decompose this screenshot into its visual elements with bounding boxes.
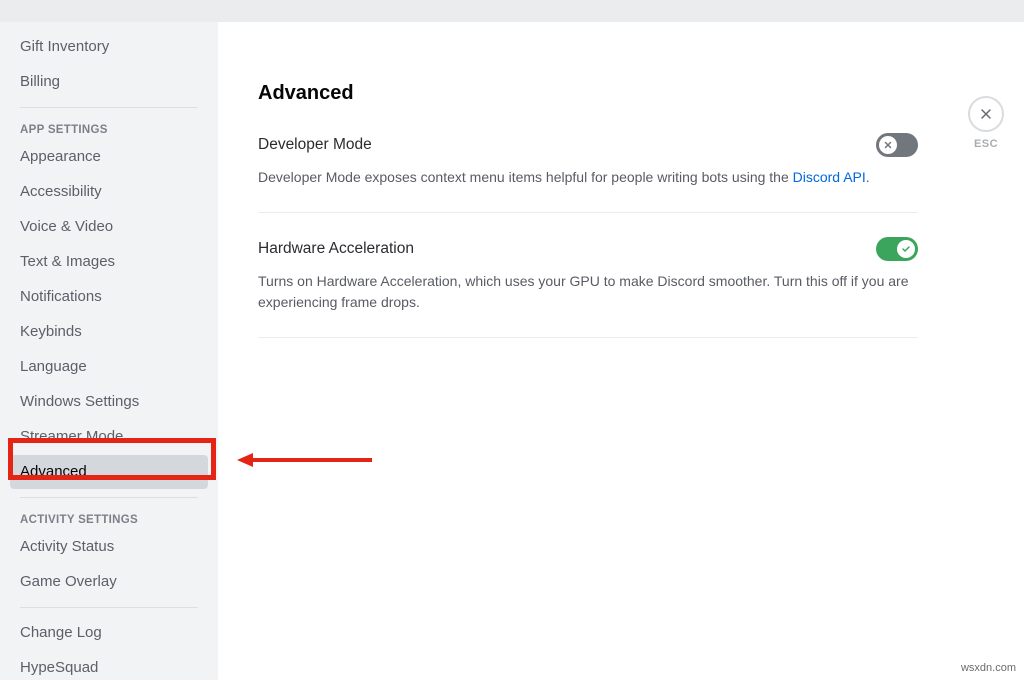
settings-content: Advanced Developer Mode Developer Mode e… <box>258 82 918 640</box>
toggle-knob <box>897 240 915 258</box>
hardware-acceleration-toggle[interactable] <box>876 237 918 261</box>
sidebar-item-streamer-mode[interactable]: Streamer Mode <box>10 420 208 454</box>
close-button[interactable] <box>968 96 1004 132</box>
sidebar-item-game-overlay[interactable]: Game Overlay <box>10 565 208 599</box>
setting-desc-post: . <box>866 169 870 185</box>
setting-title: Hardware Acceleration <box>258 240 414 258</box>
sidebar-separator <box>20 607 198 608</box>
sidebar-item-language[interactable]: Language <box>10 350 208 384</box>
toggle-knob <box>879 136 897 154</box>
watermark: wsxdn.com <box>961 662 1016 674</box>
sidebar-separator <box>20 497 198 498</box>
settings-main: Advanced Developer Mode Developer Mode e… <box>218 22 1024 680</box>
setting-row: Developer Mode <box>258 133 918 157</box>
sidebar-header-app-settings: APP SETTINGS <box>10 116 208 140</box>
sidebar-item-appearance[interactable]: Appearance <box>10 140 208 174</box>
developer-mode-toggle[interactable] <box>876 133 918 157</box>
settings-sidebar: Gift Inventory Billing APP SETTINGS Appe… <box>0 22 218 680</box>
settings-layout: Gift Inventory Billing APP SETTINGS Appe… <box>0 22 1024 680</box>
sidebar-item-text-images[interactable]: Text & Images <box>10 245 208 279</box>
close-label: ESC <box>974 138 998 150</box>
window-titlebar <box>0 0 1024 22</box>
sidebar-item-accessibility[interactable]: Accessibility <box>10 175 208 209</box>
setting-desc-text: Developer Mode exposes context menu item… <box>258 169 793 185</box>
setting-hardware-acceleration: Hardware Acceleration Turns on Hardware … <box>258 237 918 338</box>
discord-api-link[interactable]: Discord API <box>793 169 866 185</box>
sidebar-item-windows-settings[interactable]: Windows Settings <box>10 385 208 419</box>
setting-developer-mode: Developer Mode Developer Mode exposes co… <box>258 133 918 213</box>
close-panel: ESC <box>968 96 1004 150</box>
sidebar-item-hypesquad[interactable]: HypeSquad <box>10 651 208 680</box>
sidebar-item-change-log[interactable]: Change Log <box>10 616 208 650</box>
setting-desc-text: Turns on Hardware Acceleration, which us… <box>258 273 909 310</box>
sidebar-separator <box>20 107 198 108</box>
setting-description: Developer Mode exposes context menu item… <box>258 167 918 188</box>
close-icon <box>978 106 994 122</box>
x-icon <box>883 140 893 150</box>
check-icon <box>901 244 911 254</box>
page-title: Advanced <box>258 82 918 105</box>
setting-row: Hardware Acceleration <box>258 237 918 261</box>
setting-title: Developer Mode <box>258 136 372 154</box>
sidebar-item-advanced[interactable]: Advanced <box>10 455 208 489</box>
sidebar-item-keybinds[interactable]: Keybinds <box>10 315 208 349</box>
sidebar-item-billing[interactable]: Billing <box>10 65 208 99</box>
setting-description: Turns on Hardware Acceleration, which us… <box>258 271 918 313</box>
sidebar-header-activity-settings: ACTIVITY SETTINGS <box>10 506 208 530</box>
sidebar-item-notifications[interactable]: Notifications <box>10 280 208 314</box>
sidebar-item-activity-status[interactable]: Activity Status <box>10 530 208 564</box>
sidebar-item-gift-inventory[interactable]: Gift Inventory <box>10 30 208 64</box>
sidebar-item-voice-video[interactable]: Voice & Video <box>10 210 208 244</box>
